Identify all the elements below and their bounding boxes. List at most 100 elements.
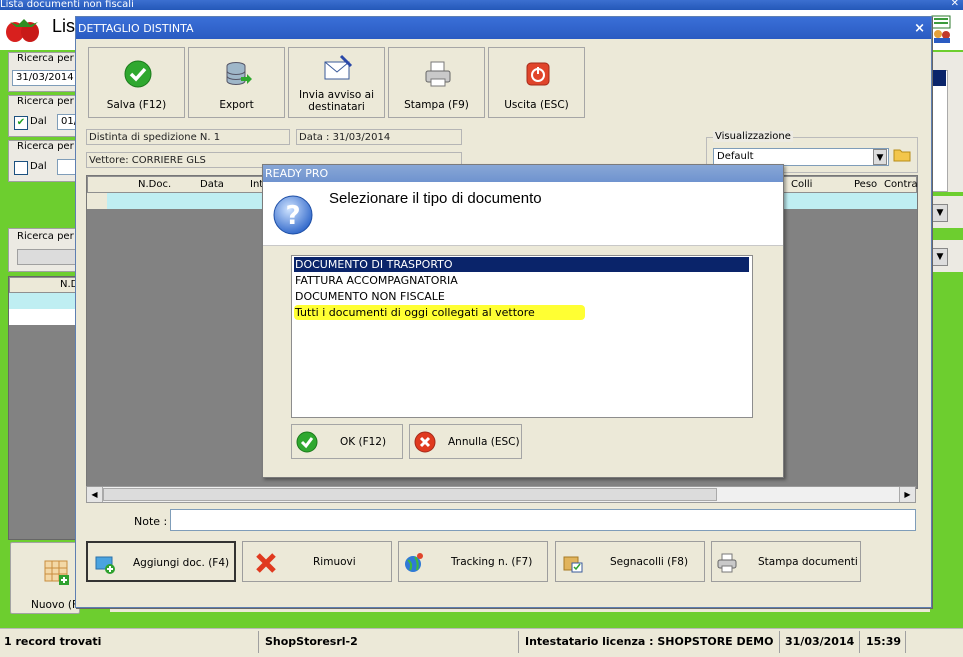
database-export-icon — [226, 62, 252, 85]
list-item[interactable]: Tutti i documenti di oggi collegati al v… — [294, 305, 585, 320]
table-row[interactable] — [9, 293, 79, 309]
col-data: Data — [200, 179, 224, 190]
main-window-title: Lista documenti non fiscali — [0, 0, 134, 10]
question-icon: ? — [273, 195, 313, 235]
status-user: ShopStoresrl-2 — [265, 635, 358, 648]
labels-label: Segnacolli (F8) — [610, 556, 689, 568]
export-button[interactable]: Export — [188, 47, 285, 118]
list-item[interactable]: FATTURA ACCOMPAGNATORIA — [294, 273, 458, 288]
remove-icon — [256, 553, 276, 573]
cancel-icon — [414, 431, 436, 453]
ok-button-label: OK (F12) — [340, 436, 387, 448]
remove-label: Rimuovi — [313, 556, 356, 568]
note-label: Note : — [134, 515, 168, 528]
main-close-icon[interactable]: ✕ — [951, 0, 959, 9]
chevron-down-icon[interactable]: ▼ — [873, 149, 887, 165]
dal-checkbox[interactable]: ✔ — [14, 116, 28, 130]
print-documents-label: Stampa documenti — [758, 556, 858, 568]
strawberry-logo-icon — [6, 19, 39, 42]
dal-label-2: Dal — [30, 161, 47, 172]
close-icon[interactable]: × — [914, 17, 925, 41]
exit-button[interactable]: Uscita (ESC) — [488, 47, 585, 118]
power-icon — [526, 62, 550, 86]
users-icon[interactable] — [930, 14, 954, 44]
main-grid-header: N.D — [9, 277, 79, 293]
new-button[interactable]: Nuovo (F — [10, 542, 80, 614]
list-item[interactable]: DOCUMENTO DI TRASPORTO — [293, 256, 750, 273]
col-ndoc: N.Doc. — [138, 179, 172, 190]
add-document-button[interactable]: Aggiungi doc. (F4) — [86, 541, 236, 582]
chevron-down-icon[interactable]: ▼ — [932, 204, 948, 222]
status-bar: 1 record trovati ShopStoresrl-2 Intestat… — [0, 628, 963, 657]
folder-icon[interactable] — [893, 146, 911, 164]
remove-button[interactable]: Rimuovi — [242, 541, 392, 582]
tracking-label: Tracking n. (F7) — [451, 556, 533, 568]
filter-label: Ricerca per — [15, 96, 76, 107]
check-icon — [296, 431, 318, 453]
search-field[interactable] — [17, 249, 81, 265]
note-input[interactable] — [170, 509, 916, 531]
scroll-left-icon[interactable]: ◀ — [87, 487, 103, 502]
filter-label: Ricerca per — [15, 231, 76, 242]
grid-add-icon — [44, 560, 69, 585]
modal-title: READY PRO — [265, 167, 329, 180]
main-right-select-1: ▼ — [930, 196, 963, 228]
ok-button[interactable]: OK (F12) — [291, 424, 403, 459]
chevron-down-icon[interactable]: ▼ — [932, 248, 948, 266]
filter-label: Ricerca per — [15, 53, 76, 64]
main-header-title: Lis — [52, 16, 76, 36]
package-icon — [563, 556, 583, 573]
dialog-title: DETTAGLIO DISTINTA — [78, 22, 194, 35]
filter-label: Ricerca per — [15, 141, 76, 152]
svg-text:?: ? — [285, 201, 300, 231]
cancel-button[interactable]: Annulla (ESC) — [409, 424, 522, 459]
filter-panel-1: Ricerca per 31/03/2014 — [8, 52, 80, 92]
list-item[interactable]: DOCUMENTO NON FISCALE — [294, 289, 445, 304]
printer-icon — [717, 553, 737, 573]
save-button-label: Salva (F12) — [106, 99, 167, 111]
scroll-thumb[interactable] — [103, 488, 717, 501]
dialog-titlebar: DETTAGLIO DISTINTA × — [76, 17, 931, 39]
distinta-number: Distinta di spedizione N. 1 — [86, 129, 290, 145]
print-button-label: Stampa (F9) — [404, 99, 469, 111]
cancel-button-label: Annulla (ESC) — [448, 436, 520, 448]
main-window-titlebar: Lista documenti non fiscali ✕ — [0, 0, 963, 10]
distinta-date: Data : 31/03/2014 — [296, 129, 462, 145]
send-notice-button[interactable]: Invia avviso ai destinatari — [288, 47, 385, 118]
modal-header: ? Selezionare il tipo di documento — [263, 182, 783, 246]
col-colli: Colli — [791, 179, 813, 190]
print-button[interactable]: Stampa (F9) — [388, 47, 485, 118]
main-right-select-2: ▼ — [930, 240, 963, 272]
modal-titlebar: READY PRO — [263, 165, 783, 182]
labels-button[interactable]: Segnacolli (F8) — [555, 541, 705, 582]
document-type-list[interactable]: DOCUMENTO DI TRASPORTO FATTURA ACCOMPAGN… — [291, 255, 753, 418]
main-right-panel — [930, 52, 963, 192]
view-label: Visualizzazione — [713, 131, 793, 142]
modal-question: Selezionare il tipo di documento — [329, 190, 542, 207]
add-document-icon — [95, 556, 115, 574]
main-right-selection — [930, 70, 946, 86]
main-right-list — [930, 70, 948, 192]
filter-panel-3: Ricerca per Dal — [8, 140, 80, 182]
dal-checkbox-2[interactable] — [14, 161, 28, 175]
filter-panel-2: Ricerca per ✔ Dal 01/ — [8, 95, 80, 137]
print-documents-button[interactable]: Stampa documenti — [711, 541, 861, 582]
globe-icon — [405, 553, 423, 572]
export-button-label: Export — [219, 99, 254, 111]
tracking-button[interactable]: Tracking n. (F7) — [398, 541, 548, 582]
exit-button-label: Uscita (ESC) — [504, 99, 569, 111]
table-row[interactable] — [9, 309, 79, 325]
date-input[interactable]: 31/03/2014 — [12, 70, 78, 86]
send-notice-button-label: Invia avviso ai destinatari — [298, 89, 375, 113]
status-time: 15:39 — [866, 635, 902, 648]
save-button[interactable]: Salva (F12) — [88, 47, 185, 118]
filter-panel-4: Ricerca per — [8, 228, 81, 272]
scroll-right-icon[interactable]: ▶ — [899, 487, 915, 502]
horizontal-scrollbar[interactable]: ◀ ▶ — [86, 486, 916, 503]
status-license: Intestatario licenza : SHOPSTORE DEMO — [525, 635, 774, 648]
envelope-icon — [324, 54, 353, 80]
col-contra: Contra — [884, 179, 918, 190]
row-selector[interactable] — [87, 193, 108, 209]
col-peso: Peso — [854, 179, 878, 190]
dal-label: Dal — [30, 116, 47, 127]
